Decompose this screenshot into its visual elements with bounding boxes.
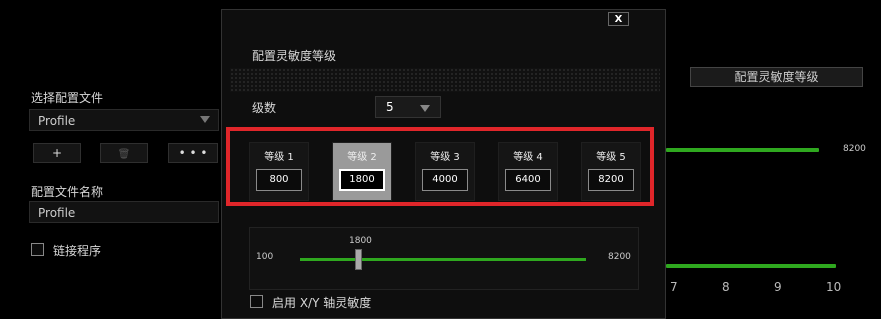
xy-sensitivity-label: 启用 X/Y 轴灵敏度 [272, 296, 372, 310]
link-program-label: 链接程序 [53, 244, 102, 258]
profile-name-label: 配置文件名称 [31, 185, 104, 199]
sensitivity-max-value: 8200 [843, 144, 866, 154]
select-profile-label: 选择配置文件 [31, 91, 104, 105]
chevron-down-icon [420, 105, 430, 112]
axis-tick: 8 [722, 280, 730, 294]
highlight-box [226, 127, 654, 206]
slider-track[interactable] [300, 258, 586, 261]
add-profile-button[interactable]: + [33, 143, 81, 163]
delete-profile-button[interactable]: 🗑 [100, 143, 148, 163]
sensitivity-slider-panel: 1800 100 8200 [249, 227, 639, 290]
axis-tick: 7 [670, 280, 678, 294]
acceleration-bar [666, 264, 836, 268]
axis-tick: 9 [774, 280, 782, 294]
trash-icon: 🗑 [117, 149, 131, 160]
sensitivity-levels-dialog: X 配置灵敏度等级 级数 5 等级 1 800 等级 2 1800 等级 3 4… [221, 9, 666, 319]
link-program-checkbox[interactable] [31, 243, 44, 256]
dialog-title: 配置灵敏度等级 [252, 49, 337, 63]
levels-count-value: 5 [386, 100, 394, 114]
close-button[interactable]: X [608, 12, 629, 26]
profile-name-value: Profile [38, 206, 76, 220]
chevron-down-icon [200, 116, 210, 123]
profile-dropdown-value: Profile [38, 114, 76, 128]
more-options-button[interactable]: • • • [168, 143, 218, 163]
levels-count-label: 级数 [252, 101, 277, 115]
axis-tick: 10 [826, 280, 842, 294]
levels-count-dropdown[interactable]: 5 [375, 96, 441, 118]
profile-dropdown[interactable]: Profile [29, 109, 219, 131]
dialog-divider [230, 68, 660, 92]
profile-name-field[interactable]: Profile [29, 201, 219, 223]
sensitivity-bar [666, 148, 819, 152]
slider-current-value: 1800 [349, 236, 372, 246]
xy-sensitivity-checkbox[interactable] [250, 295, 263, 308]
slider-handle[interactable] [355, 249, 362, 270]
slider-min-label: 100 [256, 252, 274, 262]
configure-sensitivity-button[interactable]: 配置灵敏度等级 [690, 67, 863, 87]
slider-max-label: 8200 [608, 252, 631, 262]
